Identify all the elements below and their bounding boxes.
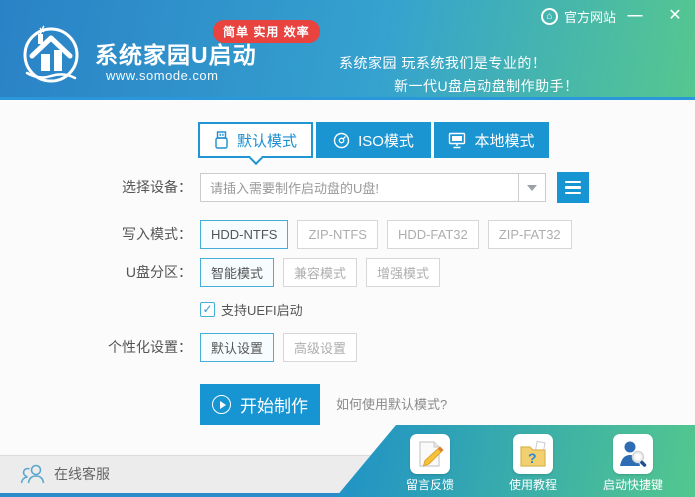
device-select-value: 请插入需要制作启动盘的U盘! xyxy=(210,181,380,196)
menu-icon xyxy=(565,180,581,184)
tab-local-mode[interactable]: 本地模式 xyxy=(434,122,549,158)
feedback-label: 留言反馈 xyxy=(405,478,454,492)
usb-icon xyxy=(215,131,228,149)
footer-shortcuts-panel: 留言反馈 ? 使用教程 启动快捷键 xyxy=(336,425,695,497)
partition-smart-mode[interactable]: 智能模式 xyxy=(200,258,275,287)
tab-label: ISO模式 xyxy=(358,132,414,150)
personalize-label: 个性化设置： xyxy=(108,339,192,355)
uefi-label: 支持UEFI启动 xyxy=(221,302,303,318)
write-mode-label: 写入模式： xyxy=(122,226,192,242)
personalize-default[interactable]: 默认设置 xyxy=(200,333,275,362)
tab-label: 本地模式 xyxy=(474,132,535,150)
boot-hotkey-label: 启动快捷键 xyxy=(602,478,663,492)
tutorial-button[interactable]: ? 使用教程 xyxy=(488,434,578,493)
slogan-line-1: 系统家园 玩系统我们是专业的！ xyxy=(339,55,547,71)
write-mode-zip-ntfs[interactable]: ZIP-NTFS xyxy=(297,220,378,249)
help-link[interactable]: 如何使用默认模式? xyxy=(336,384,447,425)
official-website-button[interactable]: ⌂ 官方网站 xyxy=(541,7,616,26)
minimize-button[interactable]: — xyxy=(622,4,648,28)
tab-label: 默认模式 xyxy=(236,132,297,150)
feedback-icon xyxy=(419,441,444,467)
svg-text:?: ? xyxy=(528,450,537,466)
partition-enhanced-mode[interactable]: 增强模式 xyxy=(366,258,441,287)
write-mode-hdd-fat32[interactable]: HDD-FAT32 xyxy=(386,220,479,249)
header: 系统家园U启动 www.somode.com 简单 实用 效率 系统家园 玩系统… xyxy=(0,0,695,100)
disc-icon xyxy=(333,132,350,148)
active-tab-pointer xyxy=(248,150,263,166)
feedback-button[interactable]: 留言反馈 xyxy=(385,434,475,493)
write-mode-hdd-ntfs[interactable]: HDD-NTFS xyxy=(200,220,289,249)
tutorial-label: 使用教程 xyxy=(508,478,557,492)
device-select[interactable]: 请插入需要制作启动盘的U盘! xyxy=(200,173,546,202)
boot-hotkey-button[interactable]: 启动快捷键 xyxy=(588,434,678,493)
house-icon: ⌂ xyxy=(541,8,558,25)
start-button[interactable]: 开始制作 xyxy=(200,384,320,425)
checkbox-check-icon: ✓ xyxy=(200,301,215,317)
partition-compat-mode[interactable]: 兼容模式 xyxy=(283,258,358,287)
slogan-line-2: 新一代U盘启动盘制作助手！ xyxy=(394,78,579,94)
official-website-label: 官方网站 xyxy=(564,10,617,25)
tutorial-icon: ? xyxy=(520,440,546,467)
chevron-down-icon xyxy=(518,174,545,201)
mode-tabs: 默认模式 ISO模式 本地模式 xyxy=(198,122,549,166)
customer-service-icon xyxy=(20,464,45,484)
app-logo-icon xyxy=(23,25,79,83)
uefi-checkbox[interactable]: ✓ 支持UEFI启动 xyxy=(200,300,303,318)
app-window: 系统家园U启动 www.somode.com 简单 实用 效率 系统家园 玩系统… xyxy=(0,0,695,497)
tab-default-mode[interactable]: 默认模式 xyxy=(198,122,313,166)
play-icon xyxy=(212,395,231,414)
personalize-advanced[interactable]: 高级设置 xyxy=(283,333,358,362)
partition-label: U盘分区： xyxy=(125,264,192,280)
feature-badge: 简单 实用 效率 xyxy=(213,20,320,43)
close-button[interactable]: ✕ xyxy=(662,4,688,28)
monitor-icon xyxy=(449,132,466,148)
online-service-button[interactable]: 在线客服 xyxy=(20,463,110,485)
tab-iso-mode[interactable]: ISO模式 xyxy=(316,122,431,158)
device-list-button[interactable] xyxy=(557,172,589,203)
write-mode-zip-fat32[interactable]: ZIP-FAT32 xyxy=(487,220,572,249)
boot-hotkey-icon xyxy=(620,441,647,467)
start-button-label: 开始制作 xyxy=(240,397,308,416)
device-label: 选择设备： xyxy=(122,179,192,195)
online-service-label: 在线客服 xyxy=(54,466,110,482)
website-url: www.somode.com xyxy=(106,68,219,83)
